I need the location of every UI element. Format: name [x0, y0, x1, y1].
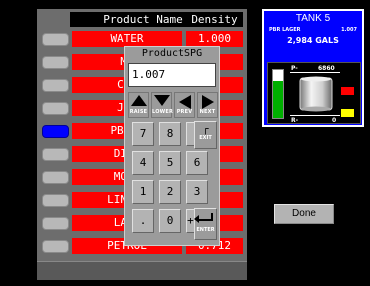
tank-title: TANK 5: [295, 13, 331, 24]
key-8[interactable]: 8: [159, 122, 181, 146]
tank-cylinder-icon: [299, 76, 333, 112]
tank-status-panel[interactable]: TANK 5 PBR LAGER 1.007 2,984 GALS P- 686…: [262, 9, 364, 127]
enter-icon: [193, 213, 213, 223]
arrow-up-icon: [129, 95, 148, 109]
pressure-label: P-: [291, 65, 298, 72]
key-5[interactable]: 5: [159, 151, 181, 175]
row-select-button[interactable]: [42, 56, 69, 69]
done-button[interactable]: Done: [274, 204, 334, 224]
gauge-line-top: [290, 72, 340, 73]
exit-button[interactable]: ┌ EXIT: [194, 121, 217, 149]
row-select-button[interactable]: [42, 33, 69, 46]
row-select-button[interactable]: [42, 148, 69, 161]
key-decimal[interactable]: .: [132, 209, 154, 233]
arrow-down-icon: [152, 95, 171, 109]
row-select-button[interactable]: [42, 217, 69, 230]
exit-icon: ┌: [202, 124, 209, 135]
enter-button[interactable]: ENTER: [193, 208, 217, 240]
row-select-button[interactable]: [42, 171, 69, 184]
pressure-value: 6860: [318, 65, 335, 72]
row-select-button[interactable]: [42, 125, 69, 138]
raise-button[interactable]: RAISE: [128, 92, 149, 118]
key-3[interactable]: 3: [186, 180, 208, 204]
lower-button[interactable]: LOWER: [151, 92, 174, 118]
indicator-red: [341, 87, 354, 95]
next-label: NEXT: [199, 109, 216, 115]
key-7[interactable]: 7: [132, 122, 154, 146]
row-select-button[interactable]: [42, 79, 69, 92]
prev-button[interactable]: PREV: [174, 92, 195, 118]
table-footer: [37, 261, 247, 280]
tank-volume: 2,984 GALS: [287, 36, 339, 45]
row-select-button[interactable]: [42, 102, 69, 115]
r-value: 0: [332, 117, 337, 124]
tank-gauge: P- 6860 R- 0: [267, 62, 361, 124]
key-1[interactable]: 1: [132, 180, 154, 204]
arrow-left-icon: [175, 95, 194, 109]
density-header: Density: [186, 12, 243, 27]
row-select-button[interactable]: [42, 240, 69, 253]
density-cell[interactable]: 1.000: [186, 31, 243, 47]
enter-label: ENTER: [196, 227, 215, 233]
key-6[interactable]: 6: [186, 151, 208, 175]
next-button[interactable]: NEXT: [197, 92, 218, 118]
keypad-title: ProductSPG: [141, 48, 203, 59]
product-name-cell[interactable]: WATER: [72, 31, 182, 47]
key-2[interactable]: 2: [159, 180, 181, 204]
level-bar: [272, 69, 284, 119]
key-0[interactable]: 0: [159, 209, 181, 233]
lower-label: LOWER: [152, 109, 174, 115]
arrow-right-icon: [198, 95, 217, 109]
prev-label: PREV: [176, 109, 193, 115]
row-select-button[interactable]: [42, 194, 69, 207]
gauge-line-bottom: [290, 115, 340, 116]
tank-product: PBR LAGER: [269, 27, 301, 33]
level-bar-fill: [273, 80, 283, 118]
raise-label: RAISE: [129, 109, 148, 115]
r-label: R-: [291, 117, 299, 124]
indicator-yellow: [341, 109, 354, 117]
key-4[interactable]: 4: [132, 151, 154, 175]
tank-density: 1.007: [341, 27, 357, 33]
exit-label: EXIT: [199, 135, 212, 141]
keypad-value-display[interactable]: 1.007: [128, 63, 216, 87]
